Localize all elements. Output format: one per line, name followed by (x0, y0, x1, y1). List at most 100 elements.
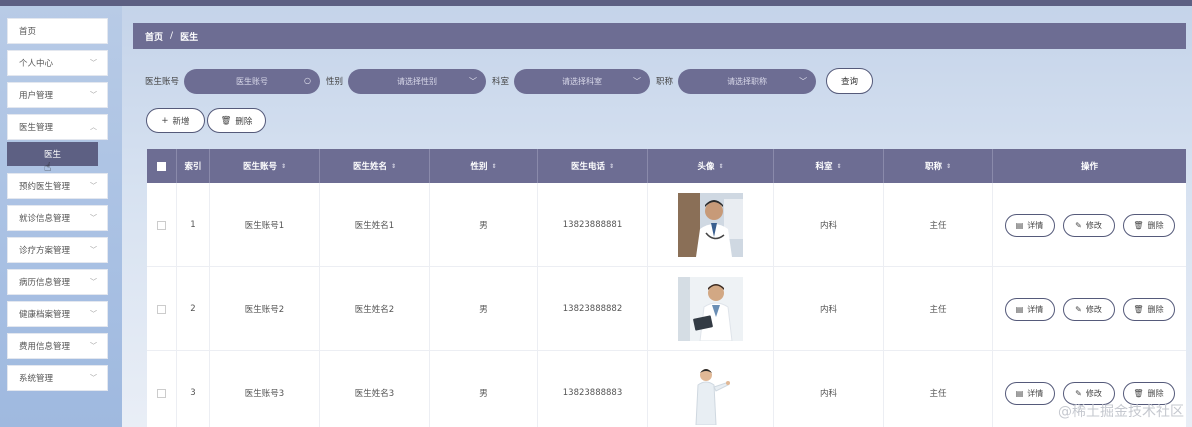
header-title[interactable]: 职称 ⇕ (884, 149, 993, 183)
query-button[interactable]: 查询 (826, 68, 874, 94)
sidebar-item-user-management[interactable]: 用户管理 ﹀ (7, 82, 108, 108)
cell-title: 主任 (884, 267, 993, 351)
sidebar-item-visit-management[interactable]: 就诊信息管理 ﹀ (7, 205, 108, 231)
header-index-label: 索引 (184, 162, 202, 172)
edit-button[interactable]: ✎ 修改 (1062, 213, 1115, 237)
sidebar-item-label: 预约医生管理 (19, 182, 71, 192)
table-header: 索引 医生账号 ⇕ 医生姓名 ⇕ 性别 ⇕ 医生电话 ⇕ 头像 ⇕ 科室 ⇕ 职称 ⇕ 操作 (147, 149, 1186, 183)
breadcrumb-home[interactable]: 首页 (145, 30, 163, 43)
account-input[interactable]: 医生账号 ○ (184, 68, 321, 94)
sidebar-item-records-management[interactable]: 病历信息管理 ﹀ (7, 269, 108, 295)
dept-select[interactable]: 请选择科室 ﹀ (514, 68, 651, 94)
sidebar-subitem-doctor[interactable]: 医生 (7, 142, 98, 166)
cell-phone: 13823888881 (538, 183, 648, 267)
detail-button[interactable]: ▤ 详情 (1004, 381, 1055, 405)
dept-filter-label: 科室 (492, 77, 510, 87)
document-icon: ▤ (1015, 220, 1024, 230)
sidebar-item-fee-management[interactable]: 费用信息管理 ﹀ (7, 333, 108, 359)
header-gender[interactable]: 性别 ⇕ (430, 149, 538, 183)
add-button[interactable]: + 新增 (146, 108, 205, 133)
gender-select[interactable]: 请选择性别 ﹀ (348, 68, 487, 94)
header-ops: 操作 (993, 149, 1186, 183)
cell-title: 主任 (884, 351, 993, 427)
breadcrumb-separator: / (170, 31, 174, 41)
cell-gender: 男 (430, 183, 538, 267)
trash-icon: 🗑 (220, 115, 232, 126)
sidebar-item-label: 首页 (19, 27, 37, 37)
top-strip (0, 0, 1192, 6)
batch-delete-button[interactable]: 🗑 删除 (207, 108, 266, 133)
chevron-down-icon: ﹀ (90, 59, 97, 67)
cell-dept: 内科 (774, 351, 884, 427)
doctor-photo (678, 193, 743, 257)
gender-select-placeholder: 请选择性别 (397, 76, 438, 86)
cell-account: 医生账号3 (210, 351, 320, 427)
chevron-down-icon: ﹀ (90, 246, 97, 254)
header-name[interactable]: 医生姓名 ⇕ (320, 149, 430, 183)
cell-name: 医生姓名2 (320, 267, 430, 351)
document-icon: ▤ (1015, 304, 1024, 314)
sidebar-item-personal-center[interactable]: 个人中心 ﹀ (7, 50, 108, 76)
sidebar-item-label: 病历信息管理 (19, 278, 71, 288)
edit-button[interactable]: ✎ 修改 (1062, 297, 1115, 321)
row-checkbox[interactable] (157, 220, 166, 230)
batch-delete-button-label: 删除 (235, 116, 253, 127)
table-row: 1 医生账号1 医生姓名1 男 13823888881 内科 主任 ▤ 详情 ✎… (147, 183, 1186, 267)
row-checkbox-cell (147, 351, 177, 427)
row-checkbox[interactable] (157, 388, 166, 398)
header-avatar[interactable]: 头像 ⇕ (648, 149, 774, 183)
sidebar-item-system-management[interactable]: 系统管理 ﹀ (7, 365, 108, 391)
title-select[interactable]: 请选择职称 ﹀ (678, 68, 817, 94)
sidebar-item-label: 用户管理 (19, 91, 54, 101)
chevron-down-icon: ﹀ (90, 278, 97, 286)
cell-gender: 男 (430, 267, 538, 351)
detail-button[interactable]: ▤ 详情 (1004, 213, 1055, 237)
filter-bar: 医生账号 医生账号 ○ 性别 请选择性别 ﹀ 科室 请选择科室 ﹀ 职称 请选择… (145, 68, 874, 94)
breadcrumb-current: 医生 (180, 32, 199, 43)
search-icon: ○ (304, 75, 312, 85)
header-account-label: 医生账号 (242, 162, 277, 172)
header-title-label: 职称 (924, 162, 942, 172)
delete-button-label: 删除 (1147, 388, 1164, 398)
header-name-label: 医生姓名 (352, 162, 387, 172)
add-button-label: 新增 (172, 116, 190, 127)
sort-icon: ⇕ (945, 162, 952, 170)
pencil-icon: ✎ (1075, 220, 1082, 230)
pencil-icon: ✎ (1075, 304, 1082, 314)
delete-button-label: 删除 (1147, 220, 1164, 230)
breadcrumb: 首页 / 医生 (133, 23, 1186, 49)
chevron-down-icon: ﹀ (90, 214, 97, 222)
sidebar-item-doctor-management[interactable]: 医生管理 ︿ (7, 114, 108, 140)
sort-icon: ⇕ (491, 162, 497, 170)
chevron-down-icon: ﹀ (90, 91, 97, 99)
select-all-checkbox-cell (147, 149, 177, 183)
plus-icon: + (161, 115, 169, 126)
sidebar-item-treatment-management[interactable]: 诊疗方案管理 ﹀ (7, 237, 108, 263)
cell-avatar (648, 183, 774, 267)
header-account[interactable]: 医生账号 ⇕ (210, 149, 320, 183)
cell-title: 主任 (884, 183, 993, 267)
header-phone[interactable]: 医生电话 ⇕ (538, 149, 648, 183)
select-all-checkbox[interactable] (157, 161, 166, 171)
header-dept[interactable]: 科室 ⇕ (774, 149, 884, 183)
cell-dept: 内科 (774, 267, 884, 351)
cell-name: 医生姓名1 (320, 183, 430, 267)
doctor-photo (678, 277, 743, 341)
delete-button-label: 删除 (1147, 304, 1164, 314)
sidebar-item-health-archive-management[interactable]: 健康档案管理 ﹀ (7, 301, 108, 327)
sidebar-item-home[interactable]: 首页 (7, 18, 108, 44)
sidebar-item-label: 健康档案管理 (19, 310, 71, 320)
sidebar-item-appointment-management[interactable]: 预约医生管理 ﹀ (7, 173, 108, 199)
cell-account: 医生账号2 (210, 267, 320, 351)
delete-button[interactable]: 🗑 删除 (1122, 213, 1175, 237)
delete-button[interactable]: 🗑 删除 (1122, 297, 1175, 321)
sort-icon: ⇕ (390, 162, 397, 170)
doctor-photo-graphic (678, 361, 743, 425)
sidebar-item-label: 个人中心 (19, 59, 54, 69)
title-select-placeholder: 请选择职称 (727, 76, 768, 86)
edit-button-label: 修改 (1085, 304, 1102, 314)
cell-avatar (648, 267, 774, 351)
detail-button[interactable]: ▤ 详情 (1004, 297, 1055, 321)
edit-button-label: 修改 (1085, 388, 1102, 398)
row-checkbox[interactable] (157, 304, 166, 314)
